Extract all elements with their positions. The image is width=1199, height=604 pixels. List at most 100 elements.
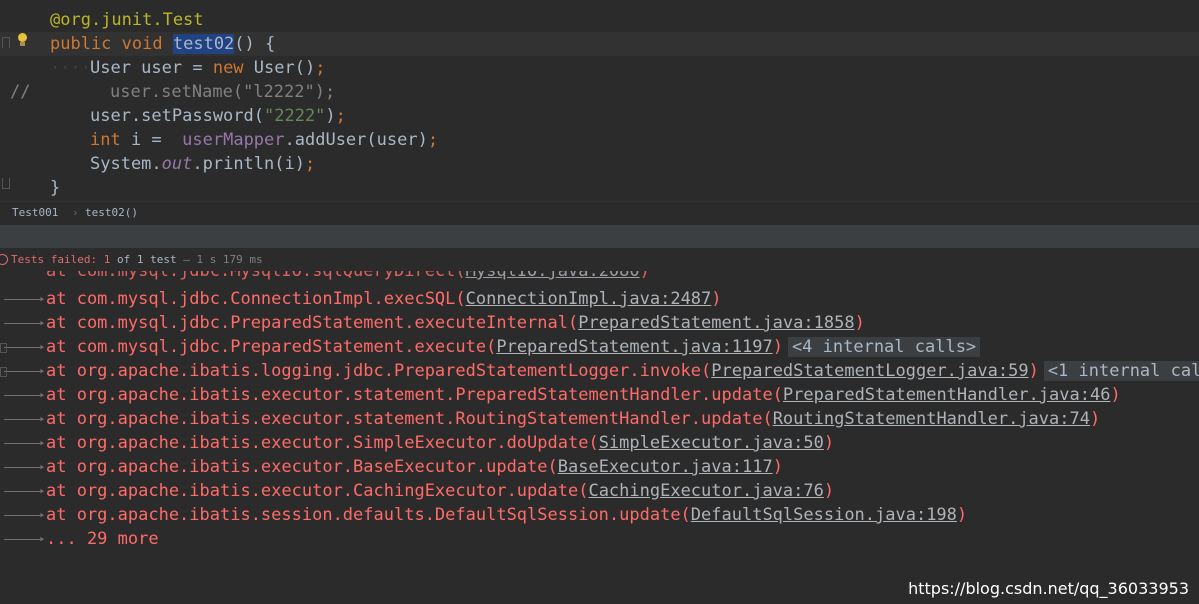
code-line[interactable]: } — [0, 176, 1199, 200]
source-link[interactable]: PreparedStatement.java:1858 — [578, 313, 854, 333]
keyword: public — [50, 34, 112, 54]
source-link[interactable]: RoutingStatementHandler.java:74 — [773, 409, 1090, 429]
source-link[interactable]: CachingExecutor.java:76 — [588, 481, 823, 501]
comment-text: ); — [314, 82, 336, 102]
stack-trace-line: ▸ at com.mysql.jdbc.PreparedStatement.exe… — [0, 335, 1199, 359]
arrow-right-icon: ▸ — [4, 455, 46, 479]
semicolon: ; — [315, 58, 326, 78]
code-editor[interactable]: @org.junit.Test public void test02() { ·… — [0, 0, 1199, 201]
stack-trace-line: ▸ at org.apache.ibatis.executor.SimpleExe… — [0, 431, 1199, 455]
source-link[interactable]: SimpleExecutor.java:50 — [599, 433, 824, 453]
stack-trace-line: ▸ at org.apache.ibatis.executor.BaseExecu… — [0, 455, 1199, 479]
comment-prefix: // — [10, 82, 31, 102]
arrow-right-icon: ▸ — [4, 383, 46, 407]
trace-text: ) — [711, 289, 722, 309]
fold-marker-icon[interactable] — [2, 178, 10, 189]
keyword: void — [121, 34, 163, 54]
fold-marker-icon[interactable] — [0, 343, 7, 353]
stack-trace-line: at com.mysql.jdbc.MysqlIO.sqlQueryDirect… — [0, 271, 1199, 283]
trace-text: at org.apache.ibatis.executor.BaseExecut… — [46, 457, 558, 477]
arrow-right-icon: ▸ — [4, 503, 46, 527]
source-link[interactable]: PreparedStatement.java:1197 — [496, 337, 772, 357]
more-frames-line: ▸... 29 more — [0, 527, 1199, 551]
code-line[interactable]: int i = userMapper.addUser(user); — [0, 128, 1199, 152]
semicolon: ; — [304, 154, 316, 174]
code-text: User user = — [90, 58, 213, 78]
trace-text: ) — [1110, 385, 1121, 405]
code-line[interactable]: System.out.println(i); — [0, 152, 1199, 176]
keyword: int — [90, 130, 121, 150]
arrow-right-icon: ▸ — [4, 479, 46, 503]
test-total: of 1 test — [110, 253, 177, 266]
watermark: https://blog.csdn.net/qq_36033953 — [908, 579, 1189, 598]
source-link[interactable]: PreparedStatementLogger.java:59 — [711, 361, 1028, 381]
comment-string: "l2222" — [243, 82, 315, 102]
code-text: .addUser(user) — [284, 130, 428, 150]
source-link[interactable]: MysqlIO.java:2080 — [466, 271, 640, 281]
internal-calls-button[interactable]: <1 internal call> — [1043, 361, 1199, 381]
internal-calls-button[interactable]: <4 internal calls> — [787, 337, 981, 357]
code-line[interactable]: // user.setName("l2222"); — [0, 80, 1199, 104]
semicolon: ; — [335, 106, 346, 126]
trace-text: at org.apache.ibatis.session.defaults.De… — [46, 505, 691, 525]
trace-text: at org.apache.ibatis.executor.SimpleExec… — [46, 433, 599, 453]
fold-marker-icon[interactable] — [2, 37, 10, 48]
trace-text: at org.apache.ibatis.logging.jdbc.Prepar… — [46, 361, 712, 381]
trace-text: ) — [772, 337, 783, 357]
arrow-right-icon: ▸ — [4, 527, 46, 551]
code-text: ) — [325, 106, 336, 126]
trace-text: at com.mysql.jdbc.PreparedStatement.exec… — [46, 337, 497, 357]
semicolon: ; — [427, 130, 439, 150]
error-icon — [0, 254, 8, 265]
code-text: () { — [234, 34, 276, 54]
trace-text: ) — [1089, 409, 1101, 429]
console-output[interactable]: at com.mysql.jdbc.MysqlIO.sqlQueryDirect… — [0, 271, 1199, 604]
trace-text: ) — [823, 481, 835, 501]
code-line[interactable]: user.setPassword("2222"); — [0, 104, 1199, 128]
code-text: user.setPassword( — [90, 106, 264, 126]
method-name-selected[interactable]: test02 — [172, 34, 235, 54]
arrow-right-icon: ▸ — [4, 359, 46, 383]
stack-trace-line: ▸ at org.apache.ibatis.executor.CachingEx… — [0, 479, 1199, 503]
trace-text: ) — [1028, 361, 1039, 381]
arrow-right-icon: ▸ — [4, 311, 46, 335]
source-link[interactable]: BaseExecutor.java:117 — [558, 457, 773, 477]
stack-trace-line: ▸ at org.apache.ibatis.executor.statement… — [0, 407, 1199, 431]
arrow-right-icon: ▸ — [4, 335, 46, 359]
stack-trace-line: ▸ at com.mysql.jdbc.ConnectionImpl.execSQ… — [0, 287, 1199, 311]
arrow-right-icon: ▸ — [4, 407, 46, 431]
field-reference: userMapper — [182, 130, 285, 150]
trace-text: at org.apache.ibatis.executor.CachingExe… — [46, 481, 589, 501]
code-text: System. — [90, 154, 162, 174]
trace-text: ) — [823, 433, 835, 453]
closing-brace: } — [50, 178, 61, 198]
tests-failed-label: Tests failed: — [11, 253, 104, 266]
trace-text: at org.apache.ibatis.executor.statement.… — [46, 409, 773, 429]
annotation-text: @org.junit.Test — [50, 10, 204, 30]
breadcrumb-separator: › — [72, 206, 79, 219]
panel-divider[interactable] — [0, 224, 1199, 249]
string-literal: "2222" — [264, 106, 326, 126]
breadcrumb-method[interactable]: test02() — [85, 202, 138, 224]
code-line[interactable]: ···· User user = new User(); — [0, 56, 1199, 80]
code-text: User() — [243, 58, 316, 78]
test-status-bar: Tests failed: 1 of 1 test – 1 s 179 ms — [0, 248, 1199, 271]
arrow-right-icon: ▸ — [4, 431, 46, 455]
trace-text: ) — [854, 313, 865, 333]
trace-text: at org.apache.ibatis.executor.statement.… — [46, 385, 783, 405]
lightbulb-icon[interactable] — [17, 33, 28, 47]
source-link[interactable]: ConnectionImpl.java:2487 — [466, 289, 712, 309]
source-link[interactable]: PreparedStatementHandler.java:46 — [783, 385, 1111, 405]
breadcrumb-class[interactable]: Test001 — [12, 202, 58, 224]
code-line-current[interactable]: public void test02() { — [0, 32, 1199, 56]
trace-text: at com.mysql.jdbc.PreparedStatement.exec… — [46, 313, 579, 333]
source-link[interactable]: DefaultSqlSession.java:198 — [691, 505, 957, 525]
static-field: out — [161, 154, 193, 174]
trace-text: ) — [956, 505, 968, 525]
stack-trace-line: ▸ at org.apache.ibatis.session.defaults.D… — [0, 503, 1199, 527]
more-frames-text[interactable]: ... 29 more — [46, 527, 159, 551]
fold-marker-icon[interactable] — [0, 367, 7, 377]
trace-text: at com.mysql.jdbc.MysqlIO.sqlQueryDirect… — [46, 271, 466, 281]
code-line[interactable]: @org.junit.Test — [0, 8, 1199, 32]
arrow-right-icon: ▸ — [4, 287, 46, 311]
